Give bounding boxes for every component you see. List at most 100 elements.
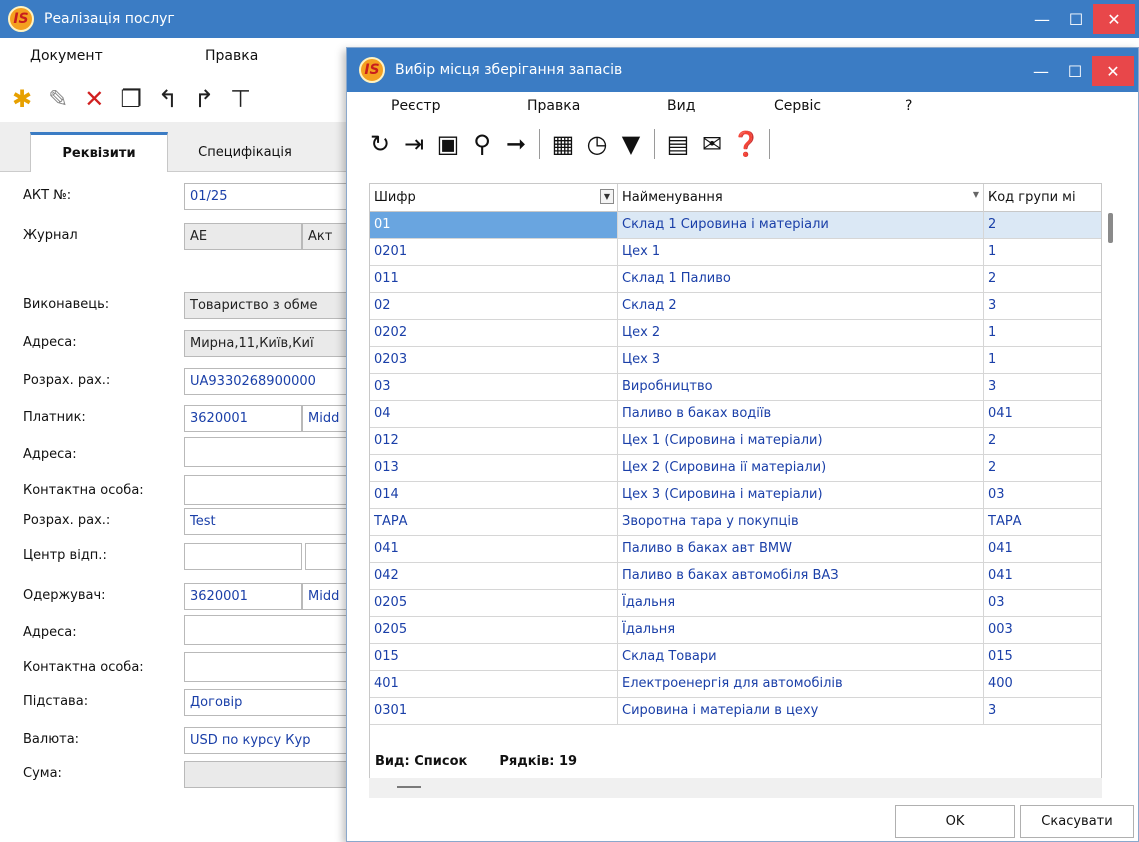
cell-group-code[interactable]: 1 [984, 320, 1101, 346]
cell-name[interactable]: Цех 3 [618, 347, 984, 373]
cancel-button[interactable]: Скасувати [1020, 805, 1134, 838]
cell-name[interactable]: Паливо в баках авт BMW [618, 536, 984, 562]
cell-name[interactable]: Склад Товари [618, 644, 984, 670]
horizontal-scrollbar-thumb[interactable] [397, 786, 421, 788]
table-row[interactable]: 0205 Їдальня 003 [370, 617, 1101, 644]
cell-name[interactable]: Склад 2 [618, 293, 984, 319]
table-row[interactable]: 0205 Їдальня 03 [370, 590, 1101, 617]
cell-code[interactable]: 011 [370, 266, 618, 292]
table-row[interactable]: 0202 Цех 21 [370, 320, 1101, 347]
table-row[interactable]: 02 Склад 23 [370, 293, 1101, 320]
table-row[interactable]: 014 Цех 3 (Сировина і матеріали) 03 [370, 482, 1101, 509]
sum-field[interactable] [184, 761, 360, 788]
journal-code-field[interactable]: АЕ [184, 223, 302, 250]
dialog-close-button[interactable]: ✕ [1092, 56, 1134, 86]
cell-group-code[interactable]: 2 [984, 266, 1101, 292]
cell-group-code[interactable]: 2 [984, 455, 1101, 481]
executor-field[interactable]: Товариство з обме [184, 292, 360, 319]
cell-code[interactable]: 015 [370, 644, 618, 670]
receiver-code-field[interactable]: 3620001 [184, 583, 302, 610]
menu-help[interactable]: ? [905, 98, 912, 114]
cell-code[interactable]: 0203 [370, 347, 618, 373]
cell-name[interactable]: Зворотна тара у покупців [618, 509, 984, 535]
clear-filter-icon[interactable]: ▼ [614, 132, 648, 156]
cell-group-code[interactable]: 041 [984, 563, 1101, 589]
menu-document[interactable]: Документ [30, 48, 103, 64]
menu-service[interactable]: Сервіс [774, 98, 821, 114]
act-number-field[interactable]: 01/25 [184, 183, 360, 210]
table-row[interactable]: 04 Паливо в баках водіїв 041 [370, 401, 1101, 428]
cell-group-code[interactable]: 015 [984, 644, 1101, 670]
cell-name[interactable]: Цех 1 [618, 239, 984, 265]
address1-field[interactable]: Мирна,11,Київ,Киї [184, 330, 360, 357]
exit-icon[interactable]: ⇥ [397, 132, 431, 156]
table-row[interactable]: 042 Паливо в баках автомобіля ВАЗ 041 [370, 563, 1101, 590]
ok-button[interactable]: OK [895, 805, 1015, 838]
mail-icon[interactable]: ✉ [695, 132, 729, 156]
payer-code-field[interactable]: 3620001 [184, 405, 302, 432]
cell-group-code[interactable]: 041 [984, 401, 1101, 427]
save-icon[interactable]: ▣ [431, 132, 465, 156]
find-next-icon[interactable]: ➞ [499, 132, 533, 156]
cell-code[interactable]: 04 [370, 401, 618, 427]
sort-triangle-icon[interactable]: ▼ [973, 190, 979, 199]
cell-group-code[interactable]: ТАРА [984, 509, 1101, 535]
basis-field[interactable]: Договір [184, 689, 360, 716]
delete-doc-icon[interactable]: ✕ [84, 87, 104, 111]
cell-name[interactable]: Паливо в баках водіїв [618, 401, 984, 427]
contact1-field[interactable] [184, 475, 360, 505]
cell-group-code[interactable]: 3 [984, 698, 1101, 724]
cell-code[interactable]: ТАРА [370, 509, 618, 535]
help-icon[interactable]: ❓ [729, 132, 763, 156]
cell-code[interactable]: 042 [370, 563, 618, 589]
sort-dropdown-icon[interactable]: ▼ [600, 189, 614, 204]
menu-edit[interactable]: Правка [205, 48, 258, 64]
cell-name[interactable]: Цех 2 (Сировина ії матеріали) [618, 455, 984, 481]
cell-group-code[interactable]: 3 [984, 374, 1101, 400]
cell-name[interactable]: Сировина і матеріали в цеху [618, 698, 984, 724]
new-doc-icon[interactable]: ✱ [12, 87, 32, 111]
cell-name[interactable]: Їдальня [618, 617, 984, 643]
dialog-minimize-button[interactable]: — [1024, 56, 1058, 86]
cell-name[interactable]: Паливо в баках автомобіля ВАЗ [618, 563, 984, 589]
vertical-scrollbar[interactable] [1108, 213, 1113, 243]
address3-field[interactable] [184, 615, 360, 645]
copy-doc-icon[interactable]: ❐ [120, 87, 142, 111]
table-row[interactable]: 012 Цех 1 (Сировина і матеріали) 2 [370, 428, 1101, 455]
refresh-icon[interactable]: ↻ [363, 132, 397, 156]
table-row[interactable]: ТАРА Зворотна тара у покупців ТАРА [370, 509, 1101, 536]
minimize-button[interactable]: — [1025, 4, 1059, 34]
export-doc-icon[interactable]: ↱ [194, 87, 214, 111]
table-row[interactable]: 011 Склад 1 Паливо 2 [370, 266, 1101, 293]
table-row[interactable]: 03 Виробництво 3 [370, 374, 1101, 401]
close-button[interactable]: ✕ [1093, 4, 1135, 34]
cell-group-code[interactable]: 03 [984, 590, 1101, 616]
search-icon[interactable]: ⚲ [465, 132, 499, 156]
cell-group-code[interactable]: 400 [984, 671, 1101, 697]
cell-code[interactable]: 02 [370, 293, 618, 319]
history-icon[interactable]: ◷ [580, 132, 614, 156]
maximize-button[interactable]: ☐ [1059, 4, 1093, 34]
cell-group-code[interactable]: 003 [984, 617, 1101, 643]
document-icon[interactable]: ▤ [661, 132, 695, 156]
cell-code[interactable]: 01 [370, 212, 618, 238]
cell-code[interactable]: 0205 [370, 617, 618, 643]
table-row[interactable]: 0203 Цех 31 [370, 347, 1101, 374]
table-row[interactable]: 401 Електроенергія для автомобілів 400 [370, 671, 1101, 698]
import-doc-icon[interactable]: ↰ [158, 87, 178, 111]
cell-name[interactable]: Виробництво [618, 374, 984, 400]
cell-group-code[interactable]: 2 [984, 212, 1101, 238]
cell-code[interactable]: 041 [370, 536, 618, 562]
tab-specification[interactable]: Специфікація [185, 132, 305, 172]
horizontal-scrollbar[interactable] [369, 778, 1102, 798]
cell-code[interactable]: 014 [370, 482, 618, 508]
cell-code[interactable]: 0202 [370, 320, 618, 346]
cell-group-code[interactable]: 03 [984, 482, 1101, 508]
table-row[interactable]: 01 Склад 1 Сировина і матеріали 2 [370, 212, 1101, 239]
table-row[interactable]: 041 Паливо в баках авт BMW 041 [370, 536, 1101, 563]
account2-field[interactable]: Test [184, 508, 360, 535]
more-icon[interactable]: ⊤ [230, 87, 251, 111]
cell-code[interactable]: 013 [370, 455, 618, 481]
contact2-field[interactable] [184, 652, 360, 682]
cell-name[interactable]: Склад 1 Сировина і матеріали [618, 212, 984, 238]
